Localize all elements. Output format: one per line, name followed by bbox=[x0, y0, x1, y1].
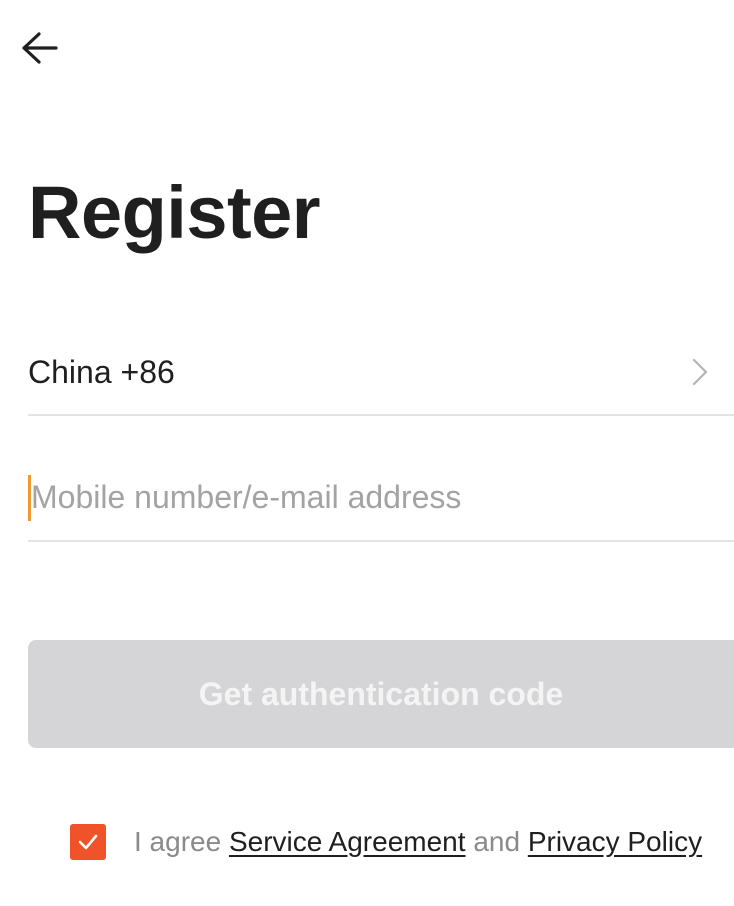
agreement-row: I agree Service Agreement and Privacy Po… bbox=[70, 822, 702, 862]
agree-prefix-text: I agree bbox=[134, 826, 222, 857]
agree-checkbox[interactable] bbox=[70, 824, 106, 860]
arrow-left-icon bbox=[22, 32, 58, 64]
page-title: Register bbox=[28, 171, 321, 254]
checkmark-icon bbox=[78, 834, 98, 850]
chevron-right-icon bbox=[692, 358, 708, 386]
back-button[interactable] bbox=[14, 24, 64, 72]
country-code-label: China +86 bbox=[28, 353, 175, 390]
privacy-policy-link[interactable]: Privacy Policy bbox=[528, 826, 702, 858]
get-auth-code-button[interactable]: Get authentication code bbox=[28, 640, 734, 748]
service-agreement-link[interactable]: Service Agreement bbox=[229, 826, 466, 858]
account-input[interactable] bbox=[31, 467, 711, 528]
agree-conjunction-text: and bbox=[473, 826, 521, 857]
account-field-row bbox=[28, 455, 734, 542]
country-code-selector[interactable]: China +86 bbox=[28, 330, 734, 416]
